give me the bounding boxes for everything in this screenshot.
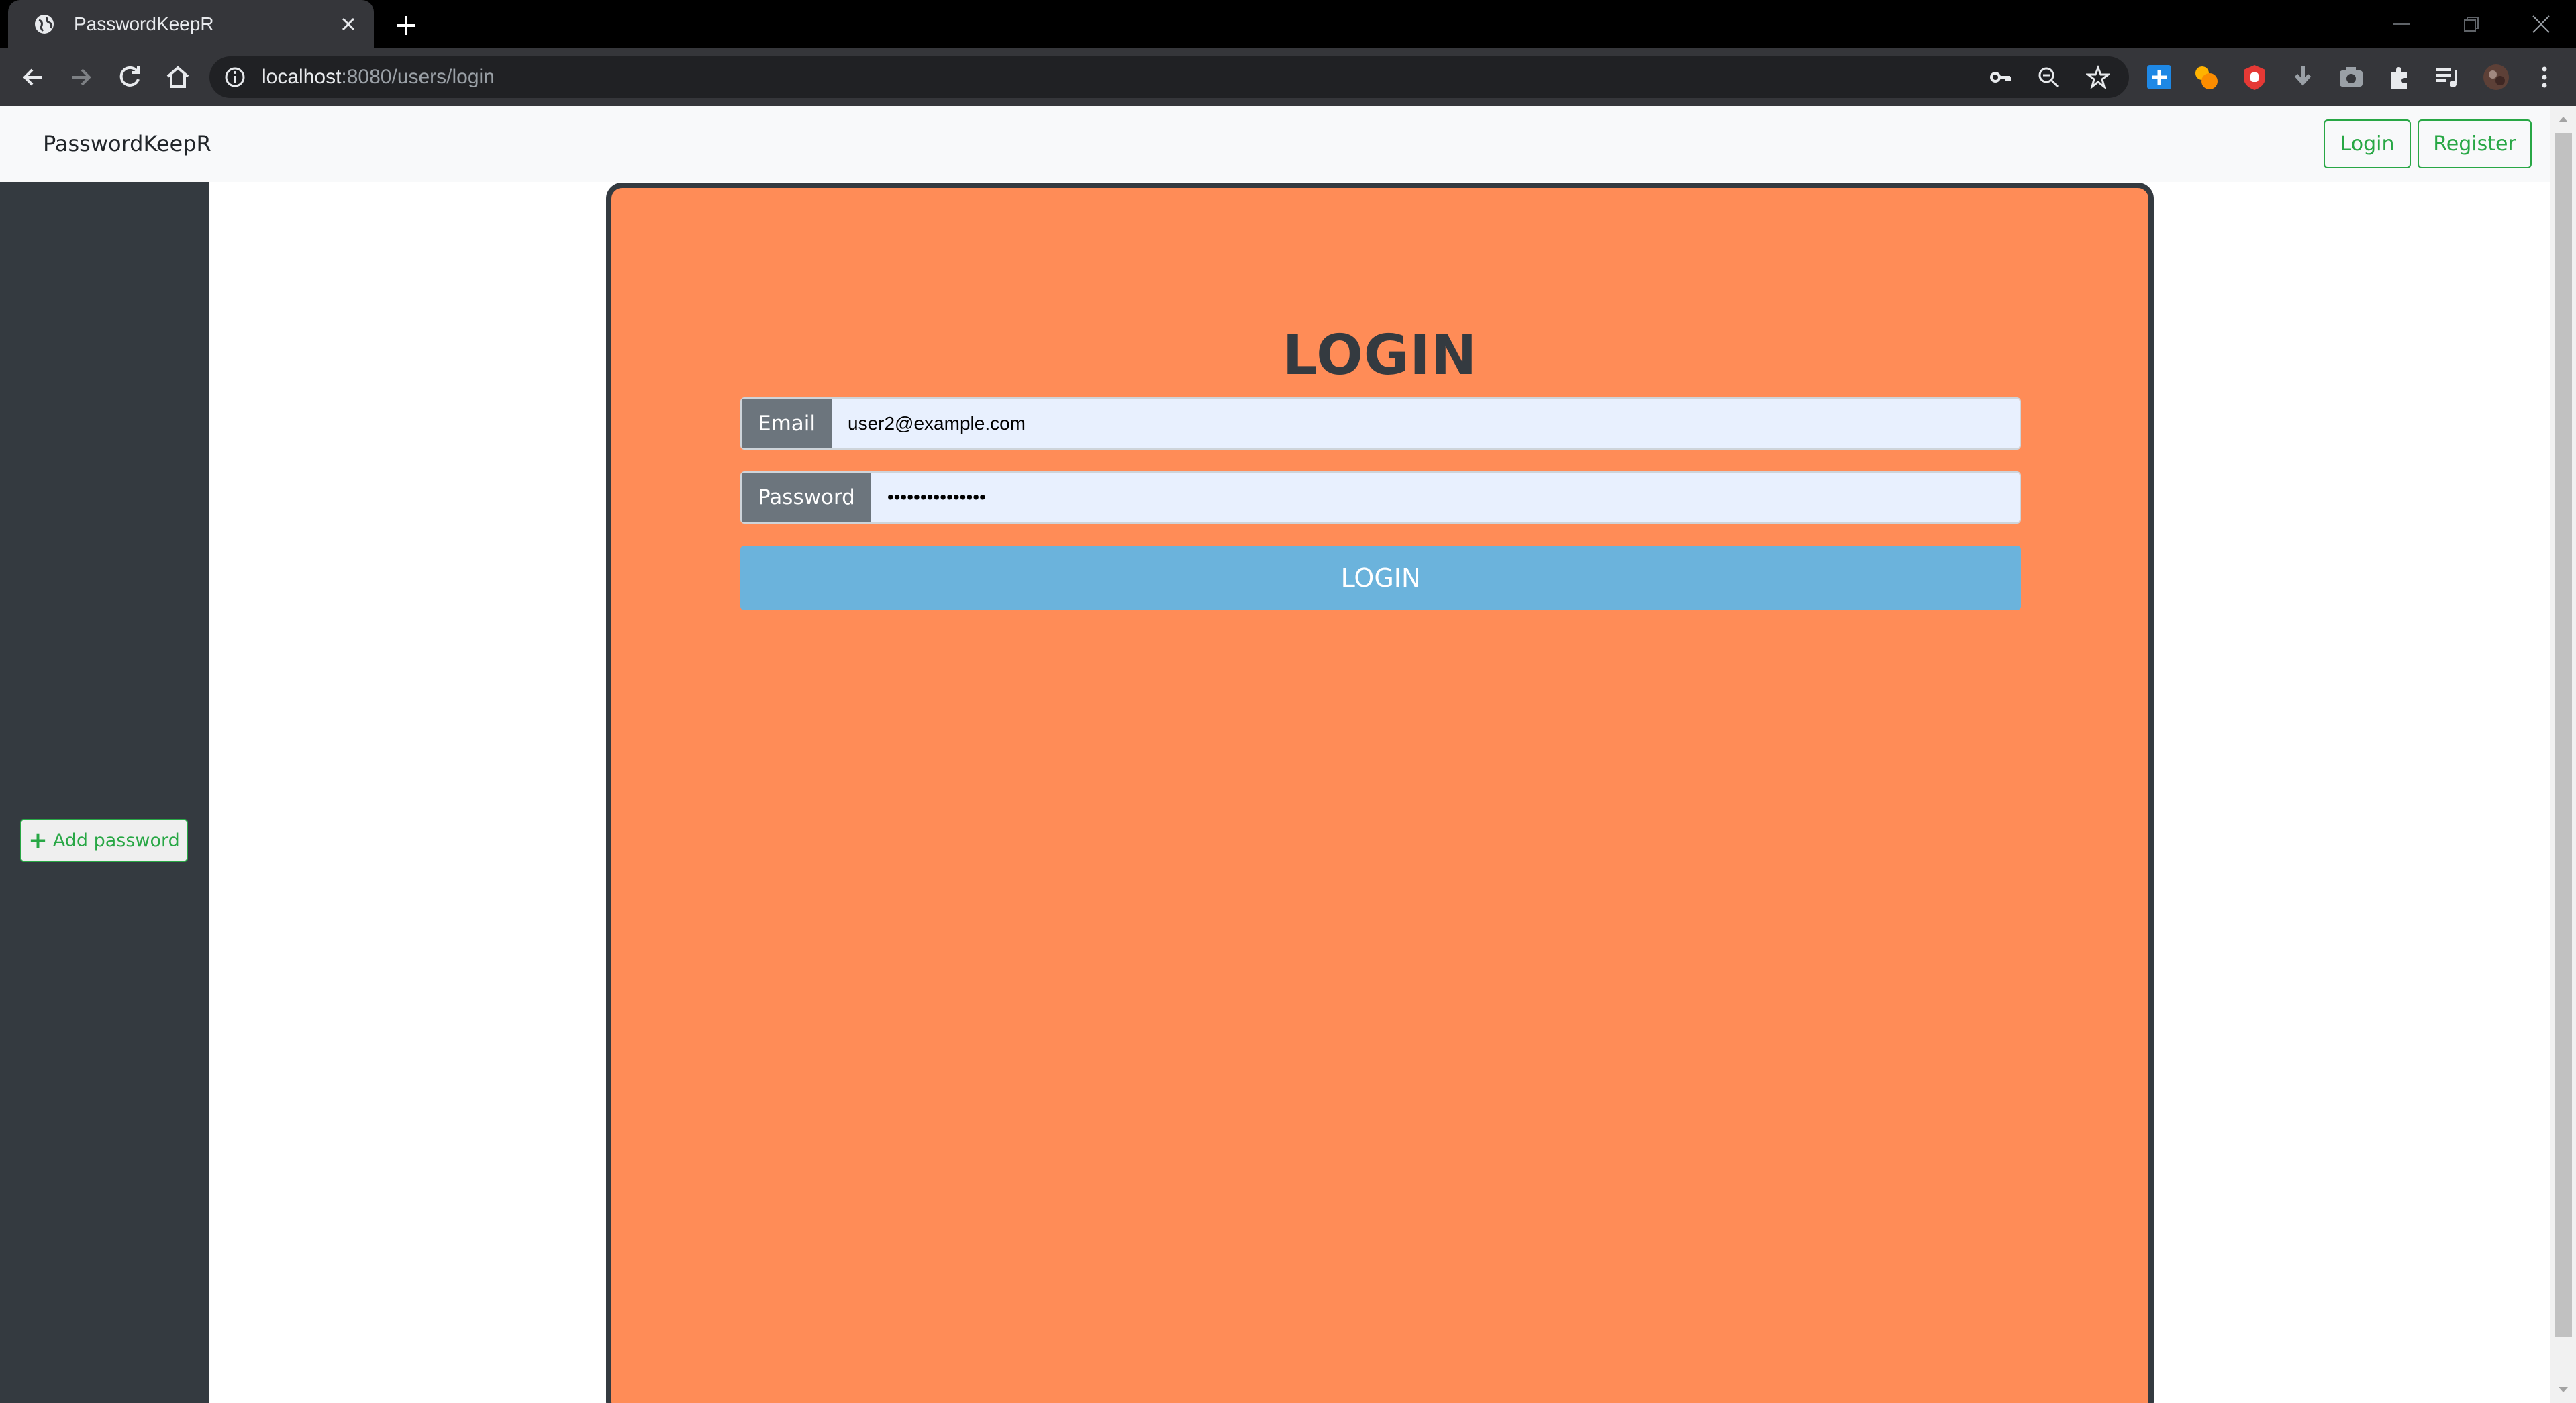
url-text[interactable]: localhost:8080/users/login <box>262 56 495 98</box>
media-icon[interactable] <box>2434 63 2462 91</box>
scrollbar-thumb[interactable] <box>2555 133 2572 1337</box>
close-icon[interactable] <box>339 15 358 34</box>
globe-icon <box>35 15 54 34</box>
zoom-icon[interactable] <box>2036 65 2061 89</box>
address-bar[interactable]: localhost:8080/users/login <box>209 56 2129 98</box>
sidebar: + Add password <box>0 182 209 1403</box>
add-password-label: Add password <box>52 830 180 851</box>
scroll-down-icon[interactable] <box>2557 1383 2570 1396</box>
login-submit-button[interactable]: LOGIN <box>740 546 2021 610</box>
download-icon[interactable] <box>2289 63 2317 91</box>
brand-logo[interactable]: PasswordKeepR <box>43 106 211 182</box>
browser-toolbar: localhost:8080/users/login <box>0 48 2576 106</box>
plus-icon[interactable] <box>393 12 419 39</box>
email-label: Email <box>742 399 832 448</box>
tab-title: PasswordKeepR <box>74 13 214 34</box>
url-host: localhost <box>262 66 342 88</box>
login-button[interactable]: Login <box>2324 119 2411 168</box>
add-password-button[interactable]: + Add password <box>20 819 188 862</box>
email-field[interactable] <box>832 399 2020 448</box>
password-field[interactable] <box>871 473 2020 522</box>
extension-orange-icon[interactable] <box>2192 63 2220 91</box>
menu-icon[interactable] <box>2530 63 2559 91</box>
plus-icon: + <box>28 827 48 854</box>
camera-icon[interactable] <box>2337 63 2365 91</box>
close-window-icon[interactable] <box>2526 9 2556 39</box>
extensions-icon[interactable] <box>2385 63 2414 91</box>
url-path: :8080/users/login <box>341 66 495 88</box>
minimize-icon[interactable] <box>2387 9 2416 39</box>
page-scrollbar[interactable] <box>2550 106 2576 1403</box>
reload-icon[interactable] <box>114 62 145 93</box>
scroll-up-icon[interactable] <box>2557 113 2570 126</box>
extension-red-icon[interactable] <box>2240 63 2269 91</box>
browser-tab[interactable]: PasswordKeepR <box>8 0 374 48</box>
extension-blue-icon[interactable] <box>2145 63 2173 91</box>
email-group: Email <box>740 397 2021 450</box>
star-icon[interactable] <box>2086 65 2110 89</box>
forward-icon[interactable] <box>66 62 97 93</box>
back-icon[interactable] <box>17 62 48 93</box>
browser-tabstrip: PasswordKeepR <box>0 0 2576 48</box>
profile-avatar[interactable] <box>2482 63 2510 91</box>
register-button[interactable]: Register <box>2418 119 2532 168</box>
password-label: Password <box>742 473 871 522</box>
password-group: Password <box>740 471 2021 524</box>
app-navbar: PasswordKeepR Login Register <box>0 106 2550 182</box>
restore-icon[interactable] <box>2457 9 2486 39</box>
home-icon[interactable] <box>162 62 193 93</box>
login-card: LOGIN Email Password LOGIN <box>606 183 2154 1403</box>
key-icon[interactable] <box>1988 65 2012 89</box>
page-title: LOGIN <box>1282 324 1478 387</box>
info-icon[interactable] <box>224 66 246 88</box>
